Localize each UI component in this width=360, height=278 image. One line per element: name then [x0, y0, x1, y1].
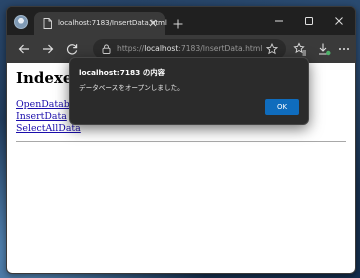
ok-button[interactable]: OK: [265, 99, 299, 115]
address-bar[interactable]: https://localhost:7183/InsertData.html: [93, 39, 286, 59]
maximize-icon[interactable]: [303, 15, 315, 27]
url-text[interactable]: https://localhost:7183/InsertData.html: [117, 44, 262, 53]
browser-window: localhost:7183/InsertData.html https://l…: [6, 6, 356, 274]
favorites-icon[interactable]: [293, 42, 307, 56]
title-bar: localhost:7183/InsertData.html: [7, 7, 355, 35]
alert-dialog: localhost:7183 の内容 データベースをオープンしました。 OK: [69, 57, 309, 125]
link-select-all-data[interactable]: SelectAllData: [16, 123, 81, 135]
minimize-icon[interactable]: [273, 15, 285, 27]
close-tab-icon[interactable]: [147, 17, 159, 29]
lock-icon[interactable]: [102, 44, 111, 54]
dialog-title: localhost:7183 の内容: [79, 68, 166, 77]
url-host: localhost: [144, 44, 179, 53]
window-controls: [263, 7, 355, 33]
url-path: :7183/InsertData.html: [178, 44, 263, 53]
favorite-star-icon[interactable]: [266, 43, 278, 55]
horizontal-rule: [16, 141, 346, 142]
more-options-icon[interactable]: [337, 42, 351, 56]
new-tab-icon[interactable]: [172, 18, 184, 30]
close-window-icon[interactable]: [333, 15, 345, 27]
forward-arrow-icon[interactable]: [41, 42, 55, 56]
downloads-icon[interactable]: [317, 42, 331, 56]
page-icon: [43, 18, 52, 29]
tab-active[interactable]: localhost:7183/InsertData.html: [34, 12, 167, 35]
page-title: Indexe: [16, 69, 73, 87]
url-scheme: https://: [117, 44, 145, 53]
dialog-message: データベースをオープンしました。: [79, 84, 184, 92]
profile-avatar-icon[interactable]: [14, 15, 28, 29]
refresh-icon[interactable]: [65, 42, 79, 56]
back-arrow-icon[interactable]: [17, 42, 31, 56]
